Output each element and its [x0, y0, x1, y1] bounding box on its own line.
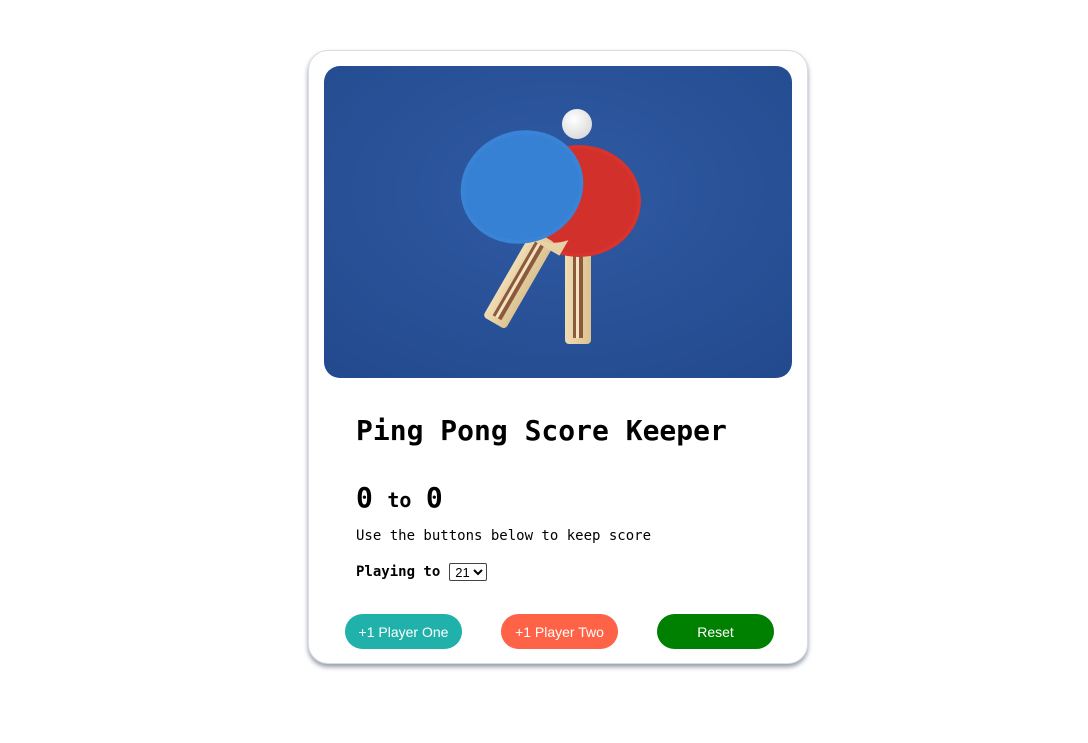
player-one-score: 0 — [356, 481, 373, 514]
hero-image — [324, 66, 792, 378]
playing-to-row: Playing to 21 — [356, 563, 488, 581]
score-display: 0 to 0 — [356, 484, 443, 512]
score-separator: to — [387, 488, 412, 512]
winning-score-select[interactable]: 21 — [449, 563, 488, 581]
player-two-button[interactable]: +1 Player Two — [501, 614, 618, 649]
playing-to-label: Playing to — [356, 564, 441, 580]
player-two-score: 0 — [425, 481, 443, 514]
reset-button[interactable]: Reset — [657, 614, 774, 649]
page-title: Ping Pong Score Keeper — [356, 414, 727, 447]
instructions-text: Use the buttons below to keep score — [356, 528, 652, 544]
player-one-button[interactable]: +1 Player One — [345, 614, 462, 649]
ping-pong-ball — [562, 109, 592, 139]
score-keeper-card: Ping Pong Score Keeper 0 to 0 Use the bu… — [308, 50, 808, 664]
